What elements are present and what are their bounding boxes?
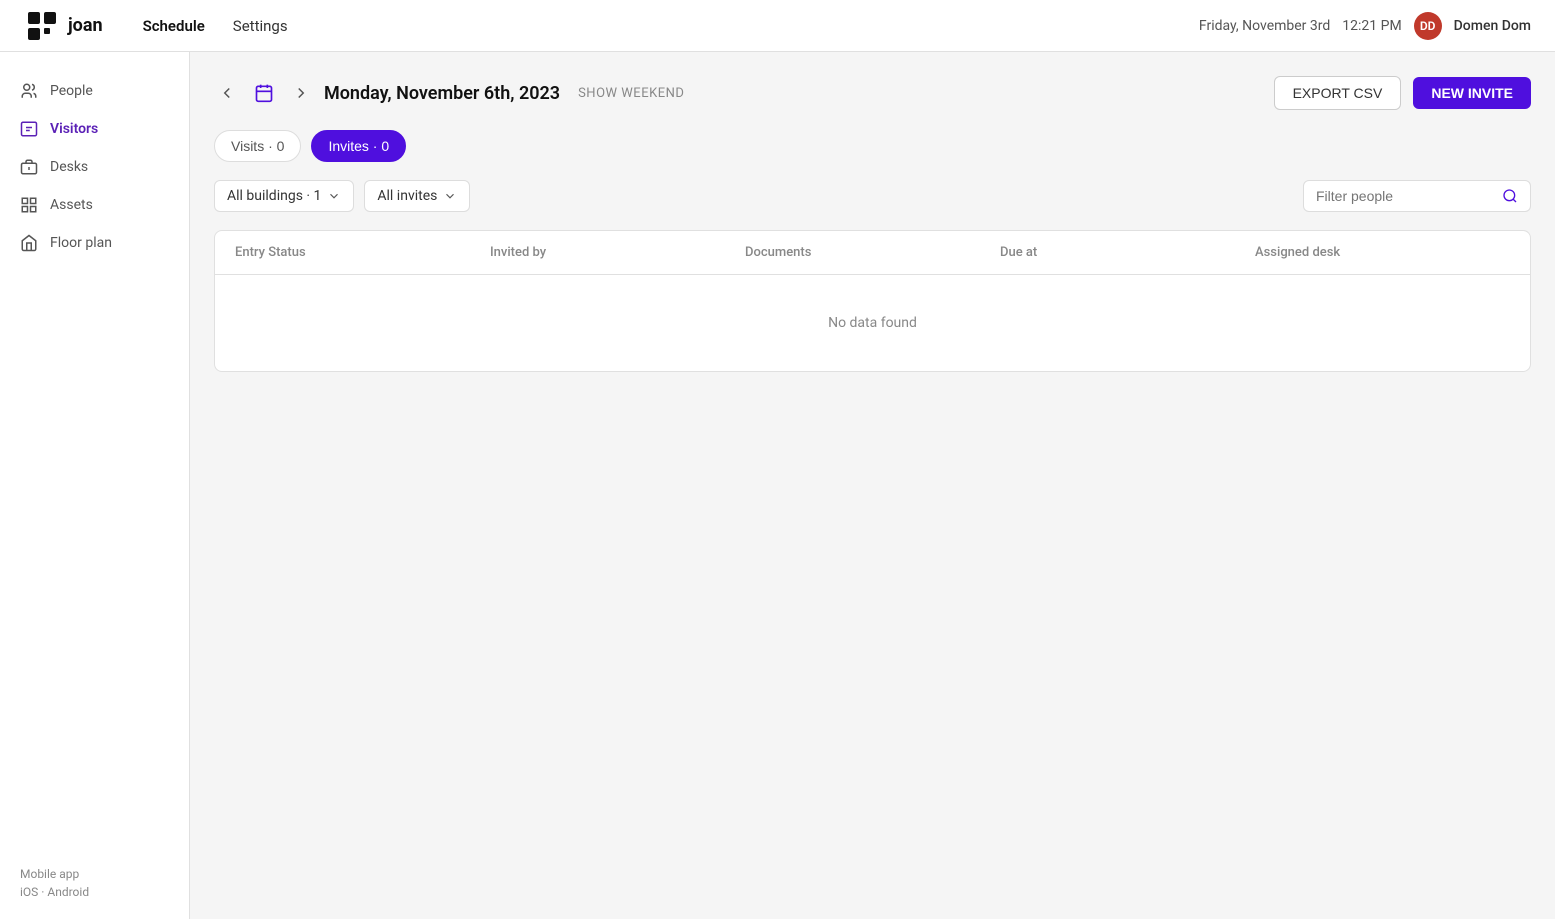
col-entry-status: Entry Status: [235, 245, 490, 260]
sidebar-label-desks: Desks: [50, 159, 88, 175]
table-header: Entry Status Invited by Documents Due at…: [215, 231, 1530, 275]
main-content: Monday, November 6th, 2023 SHOW WEEKEND …: [190, 52, 1555, 919]
empty-state: No data found: [215, 275, 1530, 371]
search-bar: [1303, 180, 1531, 212]
sidebar-item-people[interactable]: People: [0, 72, 189, 110]
buildings-filter[interactable]: All buildings · 1: [214, 180, 354, 212]
assets-icon: [20, 196, 38, 214]
invites-filter[interactable]: All invites: [364, 180, 470, 212]
show-weekend-button[interactable]: SHOW WEEKEND: [578, 86, 684, 101]
data-table: Entry Status Invited by Documents Due at…: [214, 230, 1531, 372]
sidebar-item-floorplan[interactable]: Floor plan: [0, 224, 189, 262]
calendar-icon: [254, 83, 274, 103]
col-invited-by: Invited by: [490, 245, 745, 260]
sidebar: People Visitors Desks Assets Floor plan …: [0, 52, 190, 919]
topnav-date: Friday, November 3rd: [1199, 18, 1330, 34]
sidebar-item-assets[interactable]: Assets: [0, 186, 189, 224]
logo[interactable]: joan: [24, 8, 103, 44]
avatar: DD: [1414, 12, 1442, 40]
search-input[interactable]: [1316, 188, 1496, 204]
buildings-filter-label: All buildings · 1: [227, 188, 321, 204]
topnav-time: 12:21 PM: [1342, 18, 1401, 34]
mobile-app-links: iOS · Android: [20, 885, 89, 899]
export-csv-button[interactable]: EXPORT CSV: [1274, 76, 1402, 110]
sidebar-label-floorplan: Floor plan: [50, 235, 112, 251]
tab-visits[interactable]: Visits · 0: [214, 130, 301, 162]
joan-logo-icon: [24, 8, 60, 44]
sidebar-label-assets: Assets: [50, 197, 93, 213]
invites-filter-label: All invites: [377, 188, 437, 204]
desks-icon: [20, 158, 38, 176]
current-date: Monday, November 6th, 2023: [324, 83, 560, 104]
new-invite-button[interactable]: NEW INVITE: [1413, 77, 1531, 109]
people-icon: [20, 82, 38, 100]
nav-settings[interactable]: Settings: [233, 17, 288, 35]
chevron-down-icon-2: [443, 189, 457, 203]
col-documents: Documents: [745, 245, 1000, 260]
search-icon: [1502, 188, 1518, 204]
user-name: Domen Dom: [1454, 18, 1531, 34]
main-header: Monday, November 6th, 2023 SHOW WEEKEND …: [214, 76, 1531, 110]
prev-date-button[interactable]: [214, 80, 240, 106]
next-date-button[interactable]: [288, 80, 314, 106]
sidebar-item-desks[interactable]: Desks: [0, 148, 189, 186]
col-due-at: Due at: [1000, 245, 1255, 260]
chevron-down-icon: [327, 189, 341, 203]
filters-row: All buildings · 1 All invites: [214, 180, 1531, 212]
chevron-right-icon: [292, 84, 310, 102]
floorplan-icon: [20, 234, 38, 252]
calendar-button[interactable]: [250, 79, 278, 107]
col-assigned-desk: Assigned desk: [1255, 245, 1510, 260]
header-actions: EXPORT CSV NEW INVITE: [1274, 76, 1531, 110]
nav-schedule[interactable]: Schedule: [143, 17, 205, 35]
logo-text: joan: [68, 15, 103, 36]
sidebar-label-people: People: [50, 83, 93, 99]
visitors-icon: [20, 120, 38, 138]
sidebar-bottom: Mobile app iOS · Android: [20, 867, 89, 899]
chevron-left-icon: [218, 84, 236, 102]
tab-invites[interactable]: Invites · 0: [311, 130, 406, 162]
sidebar-label-visitors: Visitors: [50, 121, 98, 137]
sidebar-item-visitors[interactable]: Visitors: [0, 110, 189, 148]
topnav: joan Schedule Settings Friday, November …: [0, 0, 1555, 52]
topnav-links: Schedule Settings: [143, 17, 288, 35]
date-nav: Monday, November 6th, 2023 SHOW WEEKEND: [214, 79, 684, 107]
topnav-right: Friday, November 3rd 12:21 PM DD Domen D…: [1199, 12, 1531, 40]
mobile-app-label: Mobile app: [20, 867, 89, 881]
tabs: Visits · 0 Invites · 0: [214, 130, 1531, 162]
layout: People Visitors Desks Assets Floor plan …: [0, 0, 1555, 919]
